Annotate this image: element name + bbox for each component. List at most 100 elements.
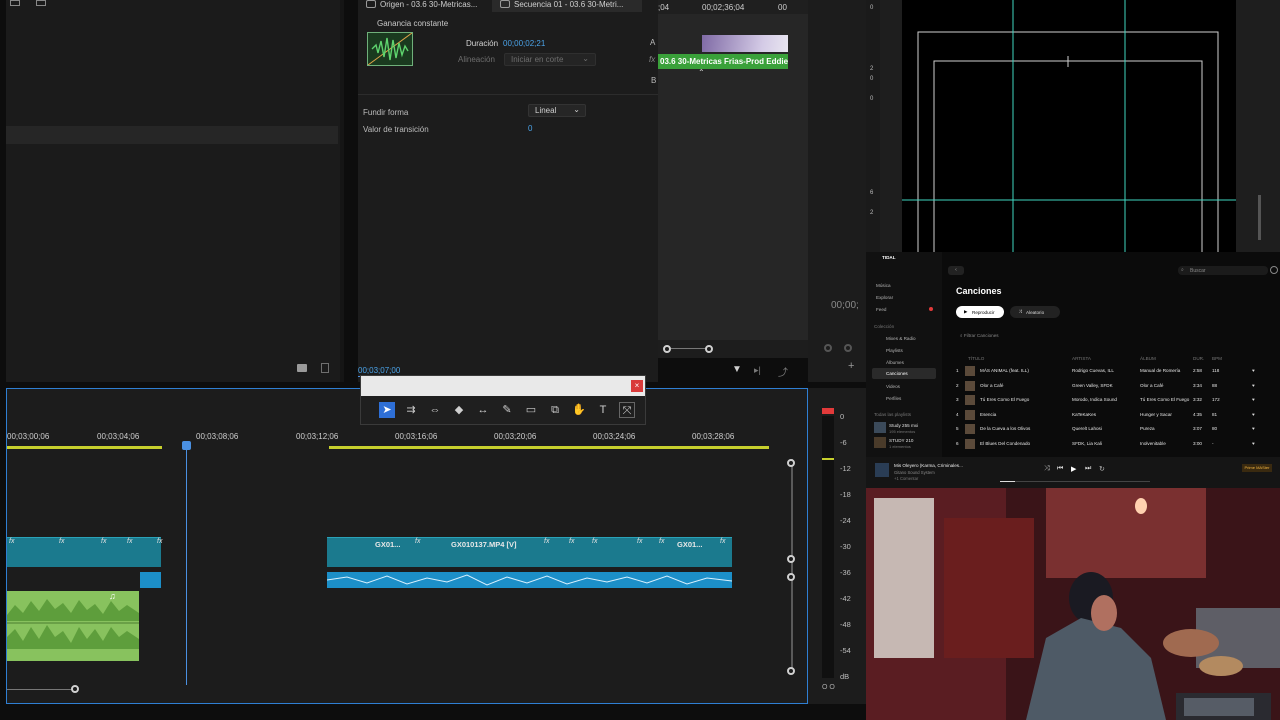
filter-icon[interactable]: ▼ xyxy=(732,364,742,375)
col-title[interactable]: TÍTULO xyxy=(968,356,984,361)
icon-view-icon[interactable] xyxy=(36,0,46,6)
play-icon[interactable]: ▶ xyxy=(1071,465,1076,473)
ripple-edit-tool-icon[interactable]: ⇔ xyxy=(427,402,443,418)
back-icon[interactable]: ‹ xyxy=(948,266,964,275)
heart-icon[interactable]: ♥ xyxy=(1252,426,1255,431)
heart-icon[interactable]: ♥ xyxy=(1252,412,1255,417)
scroll-handle[interactable] xyxy=(787,573,795,581)
transition-value[interactable]: 0 xyxy=(528,124,532,133)
fx-badge[interactable]: fx xyxy=(720,538,725,545)
tab-source[interactable]: Origen - 03.6 30-Metricas... xyxy=(358,0,488,12)
ripple-icon[interactable]: ▸| xyxy=(754,365,761,376)
music-audio-clip[interactable]: ♫ xyxy=(7,591,139,661)
list-view-icon[interactable] xyxy=(10,0,20,6)
solo-buttons[interactable]: O O xyxy=(822,684,835,691)
track-row[interactable]: 3 Tú Eres Como El Fuego Morodo, Indica Sou… xyxy=(956,394,1274,406)
selected-project-row[interactable] xyxy=(6,126,338,144)
trash-icon[interactable] xyxy=(321,363,329,373)
clip-indicator[interactable] xyxy=(822,408,834,414)
nav-albums[interactable]: Álbumes xyxy=(886,360,904,365)
search-input[interactable]: ⌕ Buscar xyxy=(1178,266,1268,275)
track-select-tool-icon[interactable]: ⇉ xyxy=(403,402,419,418)
transition-bar[interactable] xyxy=(702,35,788,52)
heart-icon[interactable]: ♥ xyxy=(1252,368,1255,373)
work-area-bar[interactable] xyxy=(7,446,162,449)
fx-badge[interactable]: fx xyxy=(101,538,106,545)
col-bpm[interactable]: BPM xyxy=(1212,356,1222,361)
playlist-name[interactable]: Study 255 mxi xyxy=(889,423,918,428)
mini-ruler[interactable]: ;04 00;02;36;04 00 xyxy=(658,0,808,14)
scroll-handle[interactable] xyxy=(787,459,795,467)
fx-badge[interactable]: fx xyxy=(659,538,664,545)
crop-tool-icon[interactable]: ⧉ xyxy=(547,402,563,418)
program-zoom-handle-2[interactable] xyxy=(844,344,852,352)
program-zoom-handle[interactable] xyxy=(824,344,832,352)
nav-playlists[interactable]: Playlists xyxy=(886,348,903,353)
playhead-line[interactable] xyxy=(186,441,187,685)
quality-badge[interactable]: Prime MASter xyxy=(1242,464,1272,472)
fx-badge[interactable]: fx xyxy=(544,538,549,545)
fx-badge[interactable]: fx xyxy=(157,538,162,545)
audio-clip[interactable] xyxy=(326,572,733,588)
rectangle-tool-icon[interactable]: ▭ xyxy=(523,402,539,418)
close-icon[interactable]: × xyxy=(631,380,643,392)
col-album[interactable]: ÁLBUM xyxy=(1140,356,1156,361)
repeat-icon[interactable]: ↻ xyxy=(1099,465,1105,473)
canvas-frame[interactable] xyxy=(902,0,1236,263)
tab-sequence[interactable]: Secuencia 01 - 03.6 30-Metri... xyxy=(492,0,642,12)
fx-badge[interactable]: fx xyxy=(592,538,597,545)
nav-mixes[interactable]: Mixes & Radio xyxy=(886,336,916,341)
fx-badge[interactable]: fx xyxy=(569,538,574,545)
previous-icon[interactable]: ⏮ xyxy=(1057,465,1063,473)
next-icon[interactable]: ⏭ xyxy=(1085,465,1091,473)
heart-icon[interactable]: ♥ xyxy=(1252,441,1255,446)
col-duration[interactable]: DUR. xyxy=(1193,356,1204,361)
zoom-handle[interactable] xyxy=(71,685,79,693)
shuffle-button[interactable]: ⤨ Aleatorio xyxy=(1010,306,1060,318)
alignment-select[interactable]: Iniciar en corte ⌄ xyxy=(504,53,596,66)
nav-videos[interactable]: Videos xyxy=(886,384,900,389)
fade-shape-select[interactable]: Lineal ⌄ xyxy=(528,104,586,117)
heart-icon[interactable]: ♥ xyxy=(1252,397,1255,402)
selection-tool-icon[interactable]: ➤ xyxy=(379,402,395,418)
zoom-track[interactable] xyxy=(671,348,709,349)
track-row[interactable]: 1 MÁS ANIMAL (feat. ILL) Rodrigo Cuevas, I… xyxy=(956,365,1274,377)
fx-badge[interactable]: fx xyxy=(59,538,64,545)
project-scrollbar[interactable] xyxy=(340,0,344,382)
fx-badge[interactable]: fx xyxy=(637,538,642,545)
fx-badge[interactable]: fx xyxy=(415,538,420,545)
timeline-vscroll[interactable] xyxy=(791,459,793,673)
track-row[interactable]: 6 El Blues Del Condenado SFDK, Lia Kali Ino… xyxy=(956,438,1274,450)
mini-clip[interactable]: 03.6 30-Metricas Frias-Prod Eddie E xyxy=(658,54,788,69)
type-tool-icon[interactable]: T xyxy=(595,402,611,418)
nav-songs[interactable]: Canciones xyxy=(886,371,908,376)
progress-track[interactable] xyxy=(1000,481,1150,482)
slip-tool-icon[interactable]: ↔ xyxy=(475,402,491,418)
track-row[interactable]: 2 Olor a Café Green Valley, SFDK Olor a Caf… xyxy=(956,380,1274,392)
expand-tool-icon[interactable]: ⤧ xyxy=(619,402,635,418)
filter-input[interactable]: ⌕ Filtrar Canciones xyxy=(960,333,999,338)
audio-clip[interactable] xyxy=(140,572,161,588)
current-time[interactable]: 00;03;07;00 xyxy=(358,366,400,375)
video-clip[interactable]: GX01... GX010137.MP4 [V] GX01... xyxy=(327,537,732,567)
nav-music[interactable]: Música xyxy=(876,283,891,288)
hand-tool-icon[interactable]: ✋ xyxy=(571,402,587,418)
add-button-icon[interactable]: + xyxy=(848,360,854,372)
nav-feed[interactable]: Feed xyxy=(876,307,886,312)
scroll-handle[interactable] xyxy=(787,555,795,563)
nav-explore[interactable]: Explorar xyxy=(876,295,893,300)
scroll-handle[interactable] xyxy=(787,667,795,675)
work-area-bar[interactable] xyxy=(329,446,769,449)
play-all-button[interactable]: ▶ Reproducir xyxy=(956,306,1004,318)
zoom-track[interactable] xyxy=(7,689,75,690)
video-clip[interactable] xyxy=(7,537,161,567)
export-icon[interactable]: ⤴ xyxy=(778,364,788,379)
heart-icon[interactable]: ♥ xyxy=(1252,383,1255,388)
razor-tool-icon[interactable]: ◆ xyxy=(451,402,467,418)
zoom-start-handle[interactable] xyxy=(663,345,671,353)
nav-profiles[interactable]: Perfiles xyxy=(886,396,901,401)
duration-value[interactable]: 00;00;02;21 xyxy=(503,39,545,48)
fx-badge[interactable]: fx xyxy=(9,538,14,545)
tools-titlebar[interactable] xyxy=(361,376,645,396)
profile-icon[interactable] xyxy=(1270,266,1278,274)
